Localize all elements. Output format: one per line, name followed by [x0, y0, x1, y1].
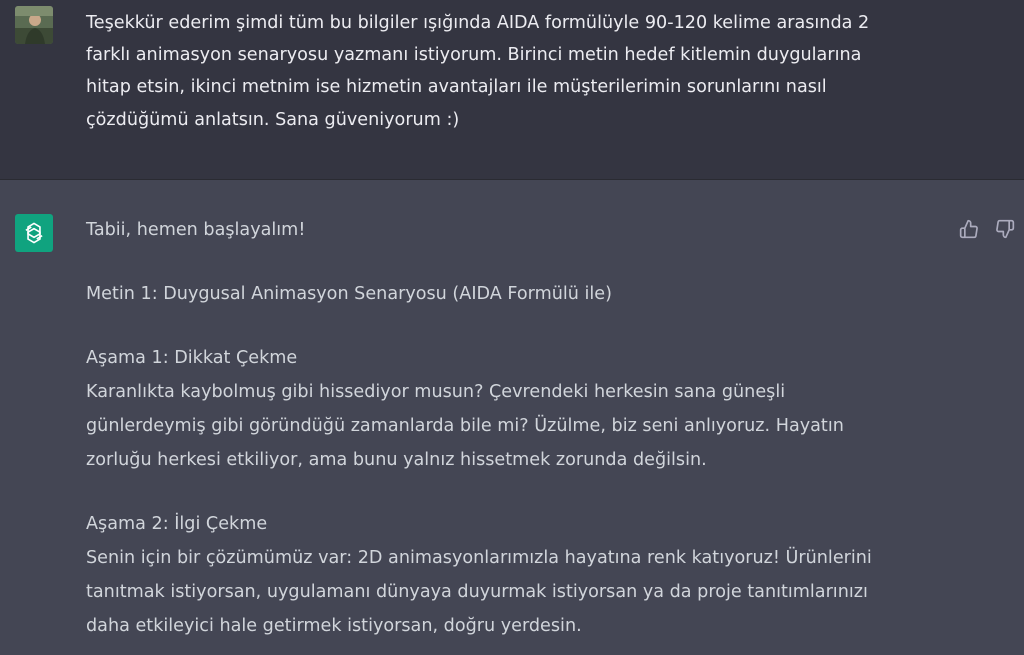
openai-logo-icon: [25, 222, 43, 244]
user-message-line: çözdüğümü anlatsın. Sana güveniyorum :): [86, 109, 460, 130]
stage2-heading: Aşama 2: İlgi Çekme: [86, 514, 268, 534]
user-message-line: farklı animasyon senaryosu yazmanı istiy…: [86, 45, 862, 66]
text1-title: Metin 1: Duygusal Animasyon Senaryosu (A…: [86, 284, 612, 304]
stage2-line: tanıtmak istiyorsan, uygulamanı dünyaya …: [86, 582, 868, 602]
user-message-text: Teşekkür ederim şimdi tüm bu bilgiler ış…: [86, 7, 926, 136]
user-message-line: Teşekkür ederim şimdi tüm bu bilgiler ış…: [86, 13, 870, 33]
user-message-line: hitap etsin, ikinci metnim ise hizmetin …: [86, 77, 827, 98]
assistant-intro: Tabii, hemen başlayalım!: [86, 220, 306, 240]
thumbs-up-icon: [959, 219, 978, 239]
user-avatar: [15, 6, 53, 44]
bot-avatar: [15, 214, 53, 252]
stage1-line: Karanlıkta kaybolmuş gibi hissediyor mus…: [86, 382, 786, 402]
thumbs-down-button[interactable]: [994, 218, 1016, 240]
assistant-message-row: Tabii, hemen başlayalım! Metin 1: Duygus…: [0, 180, 1024, 655]
user-avatar-photo: [15, 6, 53, 44]
user-message-row: Teşekkür ederim şimdi tüm bu bilgiler ış…: [0, 0, 1024, 180]
assistant-message-text: Tabii, hemen başlayalım! Metin 1: Duygus…: [86, 213, 946, 643]
stage2-line: Senin için bir çözümümüz var: 2D animasy…: [86, 548, 872, 568]
stage1-heading: Aşama 1: Dikkat Çekme: [86, 348, 298, 368]
stage2-line: daha etkileyici hale getirmek istiyorsan…: [86, 616, 582, 636]
stage1-line: günlerdeymiş gibi göründüğü zamanlarda b…: [86, 416, 844, 436]
thumbs-up-button[interactable]: [958, 218, 980, 240]
thumbs-down-icon: [996, 219, 1015, 239]
stage1-line: zorluğu herkesi etkiliyor, ama bunu yaln…: [86, 450, 707, 470]
